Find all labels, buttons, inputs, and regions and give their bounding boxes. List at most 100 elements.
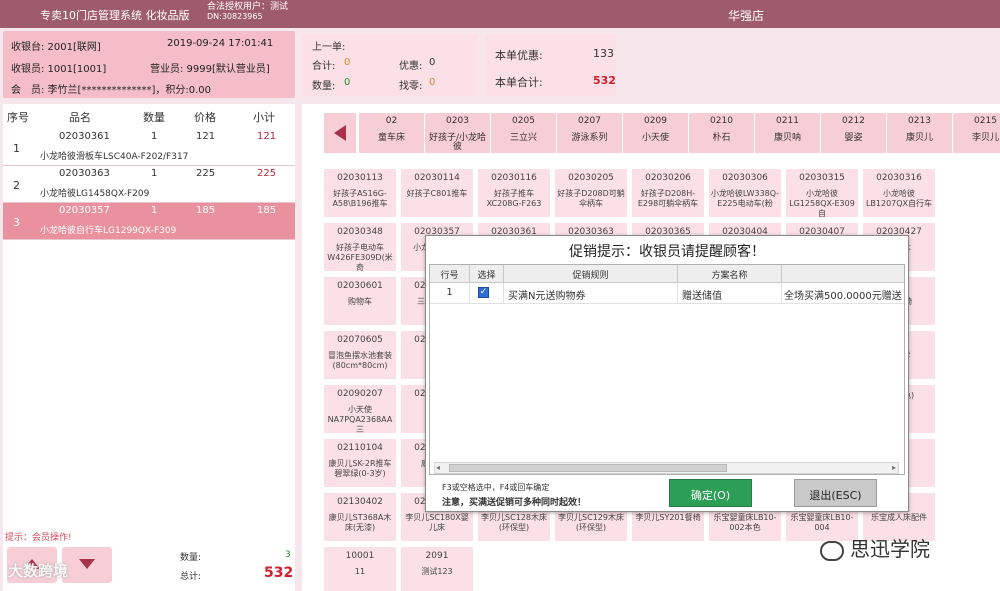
category-name: 康贝儿 bbox=[905, 133, 933, 143]
product-tile[interactable]: 10001 11 bbox=[324, 547, 396, 591]
triangle-left-icon bbox=[334, 125, 346, 141]
horizontal-scrollbar[interactable]: ◂ ▸ bbox=[434, 462, 899, 474]
product-name: 康贝儿SK-2R推车碧翠绿(0-3岁) bbox=[328, 459, 392, 478]
current-total-value: 532 bbox=[593, 74, 616, 87]
col-price: 价格 bbox=[194, 111, 216, 124]
current-discount-label: 本单优惠: bbox=[495, 49, 543, 62]
cashier-station: 收银台: 2001[联网] bbox=[11, 42, 101, 53]
category-name: 游泳系列 bbox=[571, 133, 608, 143]
product-tile[interactable]: 02030114 好孩子C801推车 bbox=[401, 169, 473, 217]
last-total-value: 0 bbox=[344, 57, 351, 68]
category-tab[interactable]: 0211 康贝呐 bbox=[755, 113, 820, 153]
scroll-left-icon[interactable]: ◂ bbox=[436, 463, 440, 472]
row-code: 02030361 bbox=[59, 131, 110, 142]
row-qty: 1 bbox=[151, 205, 158, 216]
current-total-label: 本单合计: bbox=[495, 76, 543, 89]
product-tile[interactable]: 02030316 小龙哈彼LB1207QX自行车 bbox=[863, 169, 935, 217]
product-tile[interactable]: 02030601 购物车 bbox=[324, 277, 396, 325]
product-tile[interactable]: 02030306 小龙哈彼LW338Q-E225电动车(粉 bbox=[709, 169, 781, 217]
col-qty: 数量 bbox=[143, 111, 165, 124]
category-tab[interactable]: 0213 康贝儿 bbox=[887, 113, 952, 153]
category-tab[interactable]: 02 童车床 bbox=[359, 113, 424, 153]
category-code: 0205 bbox=[512, 116, 535, 126]
product-name: 好孩子D208H-E298可躺伞柄车 bbox=[637, 189, 699, 208]
product-tile[interactable]: 02030113 好孩子AS16G-A58\B196推车 bbox=[324, 169, 396, 217]
last-change-label: 找零: bbox=[399, 81, 423, 92]
product-name: 李贝儿SY201餐椅 bbox=[635, 513, 701, 522]
category-tab[interactable]: 0203 好孩子/小龙哈彼 bbox=[425, 113, 490, 153]
product-name: 好孩子电动车W426FE309D(米奇 bbox=[327, 243, 393, 271]
row-name: 小龙哈彼LG1458QX-F209 bbox=[40, 189, 150, 199]
grid-col-select: 选择 bbox=[470, 265, 504, 283]
grid-col-scheme: 方案名称 bbox=[678, 265, 782, 283]
grid-col-rule: 促销规则 bbox=[504, 265, 678, 283]
category-tab[interactable]: 0205 三立兴 bbox=[491, 113, 556, 153]
row-index: 2 bbox=[13, 179, 20, 192]
product-name: 小龙哈彼LG1258QX-E309自 bbox=[789, 189, 855, 217]
product-code: 02130402 bbox=[337, 497, 383, 507]
license-dn: DN:30823965 bbox=[207, 12, 263, 21]
category-tab[interactable]: 0209 小天使 bbox=[623, 113, 688, 153]
product-tile[interactable]: 2091 测试123 bbox=[401, 547, 473, 591]
product-tile[interactable]: 02110104 康贝儿SK-2R推车碧翠绿(0-3岁) bbox=[324, 439, 396, 487]
cart-row[interactable]: 2 02030363 1 225 225 小龙哈彼LG1458QX-F209 bbox=[3, 166, 295, 203]
product-name: 李贝儿SC128木床(环保型) bbox=[481, 513, 547, 532]
category-prev-button[interactable] bbox=[324, 113, 356, 153]
store-name: 华强店 bbox=[728, 9, 765, 23]
row-index: 3 bbox=[13, 216, 20, 229]
product-tile[interactable]: 02090207 小天使NA7PQA2368AA三 bbox=[324, 385, 396, 433]
product-tile[interactable]: 02030315 小龙哈彼LG1258QX-E309自 bbox=[786, 169, 858, 217]
sum-total-value: 532 bbox=[264, 565, 294, 581]
product-tile[interactable]: 02030348 好孩子电动车W426FE309D(米奇 bbox=[324, 223, 396, 271]
col-name: 品名 bbox=[69, 111, 91, 124]
exit-button[interactable]: 退出(ESC) bbox=[794, 479, 877, 507]
scrollbar-thumb[interactable] bbox=[449, 464, 727, 472]
category-tab[interactable]: 0207 游泳系列 bbox=[557, 113, 622, 153]
product-name: 康贝儿ST368A木床(无漆) bbox=[328, 513, 392, 532]
scroll-right-icon[interactable]: ▸ bbox=[892, 463, 896, 472]
row-code: 02030363 bbox=[59, 168, 110, 179]
category-tab[interactable]: 0215 李贝儿 bbox=[953, 113, 1000, 153]
product-code: 02070605 bbox=[337, 335, 383, 345]
grid-cell-rule: 买满N元送购物券 bbox=[504, 283, 678, 304]
cart-row-selected[interactable]: 3 02030357 1 185 185 小龙哈彼自行车LG1299QX-F30… bbox=[3, 203, 295, 240]
wechat-icon bbox=[820, 540, 844, 561]
product-code: 02110104 bbox=[337, 443, 383, 453]
product-code: 02030348 bbox=[337, 227, 383, 237]
sum-qty-value: 3 bbox=[285, 550, 291, 560]
scroll-down-button[interactable] bbox=[62, 547, 112, 583]
select-checkbox[interactable]: ✓ bbox=[478, 287, 489, 298]
product-tile[interactable]: 02030116 好孩子推车XC208G-F263 bbox=[478, 169, 550, 217]
cart-row[interactable]: 1 02030361 1 121 121 小龙哈彼滑板车LSC40A-F202/… bbox=[3, 129, 295, 166]
row-qty: 1 bbox=[151, 131, 158, 142]
row-price: 225 bbox=[196, 168, 216, 179]
dialog-warning-note: 注意，买满送促销可多种同时起效！ bbox=[442, 498, 587, 508]
product-tile[interactable]: 02130402 康贝儿ST368A木床(无漆) bbox=[324, 493, 396, 541]
product-name: 冒泡鱼摆水池套装(80cm*80cm) bbox=[328, 351, 392, 370]
sum-total-label: 总计: bbox=[180, 572, 202, 582]
product-name: 购物车 bbox=[348, 297, 372, 306]
grid-cell-index: 1 bbox=[430, 283, 470, 304]
category-tab[interactable]: 0212 婴姿 bbox=[821, 113, 886, 153]
product-name: 11 bbox=[354, 567, 366, 576]
grid-col-extra bbox=[782, 265, 904, 283]
col-index: 序号 bbox=[7, 111, 29, 124]
row-qty: 1 bbox=[151, 168, 158, 179]
row-subtotal: 185 bbox=[257, 205, 277, 216]
product-tile[interactable]: 02070605 冒泡鱼摆水池套装(80cm*80cm) bbox=[324, 331, 396, 379]
confirm-button[interactable]: 确定(O) bbox=[669, 479, 752, 507]
product-tile[interactable]: 02030205 好孩子D208D可躺伞柄车 bbox=[555, 169, 627, 217]
cart-list-header: 序号 品名 数量 价格 小计 bbox=[3, 104, 295, 128]
watermark-left: 大数跨境 bbox=[8, 562, 69, 580]
hint-text: 提示：会员操作! bbox=[5, 533, 72, 543]
product-name: 乐宝成人床配件 bbox=[871, 513, 927, 522]
operator: 收银员: 1001[1001] bbox=[11, 64, 107, 75]
promotion-dialog: 促销提示：收银员请提醒顾客！ 行号 选择 促销规则 方案名称 1 ✓ 买满N元送… bbox=[425, 235, 909, 512]
row-price: 121 bbox=[196, 131, 216, 142]
category-tab[interactable]: 0210 朴石 bbox=[689, 113, 754, 153]
product-code: 02030113 bbox=[337, 173, 383, 183]
category-code: 02 bbox=[385, 116, 398, 126]
product-name: 好孩子AS16G-A58\B196推车 bbox=[332, 189, 388, 208]
product-tile[interactable]: 02030206 好孩子D208H-E298可躺伞柄车 bbox=[632, 169, 704, 217]
license-info: 合法授权用户：测试 DN:30823965 bbox=[207, 2, 288, 22]
